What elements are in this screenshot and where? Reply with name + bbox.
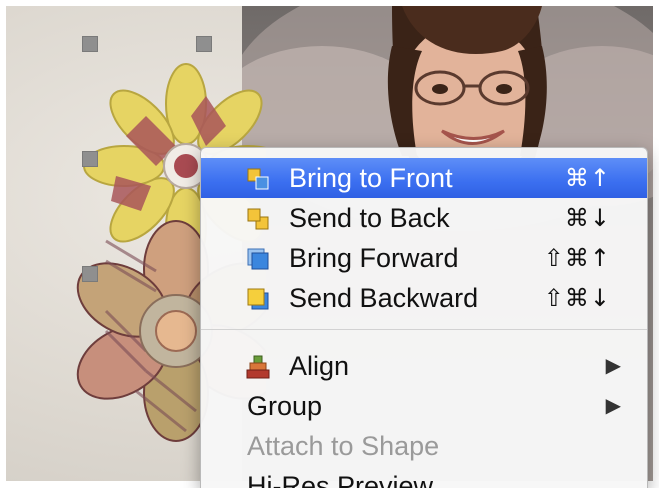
bring-forward-icon	[247, 248, 269, 270]
menu-item-bring-forward[interactable]: Bring Forward ⇧⌘↑	[201, 238, 647, 278]
menu-item-label: Group	[247, 391, 323, 421]
shortcut-label: ⌘↑	[564, 164, 611, 192]
menu-item-label: Align	[289, 351, 350, 381]
submenu-arrow-icon: ▶	[605, 355, 621, 377]
context-menu: Bring to Front ⌘↑ Send to Back ⌘↓ Bring …	[200, 147, 648, 488]
menu-item-send-to-back[interactable]: Send to Back ⌘↓	[201, 198, 647, 238]
align-icon	[246, 355, 270, 379]
menu-item-align[interactable]: Align ▶	[201, 346, 647, 386]
menu-item-label: Attach to Shape	[247, 431, 440, 461]
submenu-arrow-icon: ▶	[605, 395, 621, 417]
menu-item-hi-res-preview[interactable]: Hi-Res Preview	[201, 466, 647, 488]
selection-handle-bottom-left[interactable]	[82, 266, 98, 282]
menu-item-label: Bring to Front	[289, 163, 453, 193]
bring-to-front-icon	[247, 168, 269, 190]
menu-item-label: Send to Back	[289, 203, 450, 233]
menu-item-attach-to-shape: Attach to Shape	[201, 426, 647, 466]
menu-item-label: Send Backward	[289, 283, 479, 313]
send-backward-icon	[247, 288, 269, 310]
menu-item-label: Hi-Res Preview	[247, 471, 434, 488]
menu-separator	[201, 329, 647, 330]
menu-item-group[interactable]: Group ▶	[201, 386, 647, 426]
shortcut-label: ⇧⌘↑	[543, 244, 611, 272]
menu-item-label: Bring Forward	[289, 243, 459, 273]
menu-item-send-backward[interactable]: Send Backward ⇧⌘↓	[201, 278, 647, 318]
selection-handle-middle-left[interactable]	[82, 151, 98, 167]
shortcut-label: ⇧⌘↓	[543, 284, 611, 312]
send-to-back-icon	[247, 208, 269, 230]
selection-handle-top-left[interactable]	[82, 36, 98, 52]
selection-handle-top-middle[interactable]	[196, 36, 212, 52]
menu-item-bring-to-front[interactable]: Bring to Front ⌘↑	[201, 158, 647, 198]
shortcut-label: ⌘↓	[564, 204, 611, 232]
